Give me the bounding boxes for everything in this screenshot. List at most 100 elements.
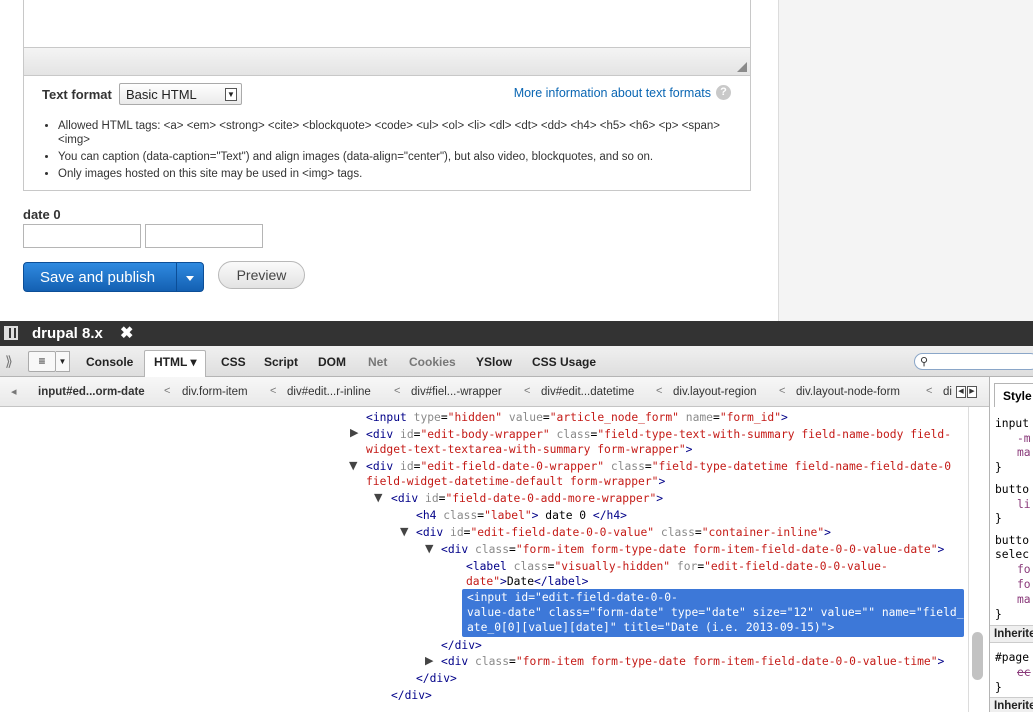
scrollbar-thumb[interactable]: [972, 632, 983, 680]
button-divider: [176, 263, 177, 291]
tab-css-usage[interactable]: CSS Usage: [532, 355, 596, 369]
selected-line-1: <input id="edit-field-date-0-0-: [467, 591, 678, 604]
tree-node-selected-input[interactable]: <input id="edit-field-date-0-0- value-da…: [462, 589, 968, 637]
breadcrumb-item[interactable]: di: [943, 386, 952, 398]
tree-node-form-item-date[interactable]: <div class="form-item form-type-date for…: [441, 542, 944, 557]
text-format-selected: Basic HTML: [126, 87, 197, 102]
tab-console[interactable]: Console: [86, 355, 133, 369]
breadcrumb-item[interactable]: div#edit...datetime: [541, 386, 634, 398]
tab-net[interactable]: Net: [368, 355, 387, 369]
tab-cookies[interactable]: Cookies: [409, 355, 456, 369]
css-rule-line: }: [995, 461, 1002, 474]
tab-css[interactable]: CSS: [221, 355, 246, 369]
inherited-heading: Inherite: [990, 697, 1033, 712]
crumb-separator: <: [270, 385, 277, 397]
tree-node-label[interactable]: <label class="visually-hidden" for="edit…: [466, 559, 888, 574]
collapse-icon[interactable]: ▼: [400, 525, 408, 538]
chevron-down-icon[interactable]: [186, 276, 194, 281]
tree-node-close-div: </div>: [416, 672, 457, 685]
tree-node-form-item-time[interactable]: <div class="form-item form-type-date for…: [441, 654, 944, 669]
breadcrumb-item[interactable]: div.layout-region: [673, 386, 757, 398]
breadcrumb-item[interactable]: input#ed...orm-date: [38, 386, 145, 398]
editor-statusbar: [23, 47, 751, 76]
text-format-label: Text format: [42, 87, 112, 102]
crumb-separator: <: [394, 385, 401, 397]
tab-yslow[interactable]: YSlow: [476, 355, 512, 369]
time-input[interactable]: [145, 224, 263, 248]
help-icon[interactable]: ?: [716, 85, 731, 100]
tab-html[interactable]: HTML ▾: [144, 350, 207, 378]
tree-node-input-hidden[interactable]: <input type="hidden" value="article_node…: [366, 410, 788, 425]
preview-button[interactable]: Preview: [218, 261, 305, 289]
tree-node-body-wrapper-cont: widget-text-textarea-with-summary form-w…: [366, 443, 693, 456]
breadcrumb-item[interactable]: div#fiel...-wrapper: [411, 386, 502, 398]
crumb-separator: <: [656, 385, 663, 397]
tree-node-add-more-wrapper[interactable]: <div id="field-date-0-add-more-wrapper">: [391, 491, 663, 506]
expand-icon[interactable]: ▶: [425, 654, 433, 667]
text-format-info-link[interactable]: More information about text formats: [514, 86, 711, 100]
text-format-tips: Allowed HTML tags: <a> <em> <strong> <ci…: [58, 119, 738, 184]
crumb-right-icon[interactable]: ▶: [967, 386, 977, 398]
firebug-toolbar: ⟫ ≡ ▼ Console HTML ▾ CSS Script DOM Net …: [0, 346, 1033, 378]
css-rule-line: ma: [1017, 446, 1031, 459]
tree-node-close-div: </div>: [391, 689, 432, 702]
date-input[interactable]: [23, 224, 141, 248]
expand-panel-icon[interactable]: ⟫: [5, 353, 13, 374]
text-format-wrapper: Text format Basic HTML ▼ More informatio…: [23, 76, 751, 191]
collapse-icon[interactable]: ▼: [374, 491, 382, 504]
css-rule-line: fo: [1017, 563, 1031, 576]
date-field-label: date 0: [23, 207, 61, 222]
tree-node-container-inline[interactable]: <div id="edit-field-date-0-0-value" clas…: [416, 525, 831, 540]
chevron-down-icon[interactable]: ▼: [56, 351, 70, 372]
html-panel-scrollbar[interactable]: [968, 407, 989, 712]
css-rule-line: }: [995, 681, 1002, 694]
firebug-search-input[interactable]: ⚲: [914, 353, 1033, 370]
selected-line-2: value-date" class="form-date" type="date…: [467, 606, 968, 619]
tab-script[interactable]: Script: [264, 355, 298, 369]
inspect-menu-icon[interactable]: ≡: [28, 351, 56, 372]
save-and-publish-button[interactable]: Save and publish: [23, 262, 204, 292]
tree-node-date-wrapper[interactable]: <div id="edit-field-date-0-wrapper" clas…: [366, 459, 951, 474]
crumb-separator: <: [524, 385, 531, 397]
expand-icon[interactable]: ▶: [350, 426, 358, 439]
css-rule-line: }: [995, 512, 1002, 525]
selected-line-3: ate_0[0][value][date]" title="Date (i.e.…: [467, 621, 835, 634]
html-tree-panel: <input type="hidden" value="article_node…: [0, 407, 968, 712]
collapse-icon[interactable]: ▼: [425, 542, 433, 555]
css-rule-line: }: [995, 608, 1002, 621]
css-rule-line: ma: [1017, 593, 1031, 606]
save-button-label: Save and publish: [40, 269, 156, 286]
css-rule-line: -m: [1017, 432, 1031, 445]
browser-window: Text format Basic HTML ▼ More informatio…: [0, 0, 1033, 712]
tree-node-close-div: </div>: [441, 639, 482, 652]
tab-html-label: HTML: [154, 355, 188, 369]
text-format-select[interactable]: Basic HTML ▼: [119, 83, 242, 105]
css-rule-line: input: [995, 417, 1030, 430]
firebug-logo-icon: [4, 326, 18, 340]
tab-style[interactable]: Style: [994, 383, 1033, 407]
firebug-titlebar: drupal 8.x ✖: [0, 321, 1033, 346]
css-rule-line: fo: [1017, 578, 1031, 591]
firebug-title: drupal 8.x: [32, 325, 103, 342]
css-rule-line: butto: [995, 534, 1030, 547]
css-rule-line: li: [1017, 498, 1031, 511]
inherited-heading: Inherite: [990, 625, 1033, 643]
tip-allowed-tags: Allowed HTML tags: <a> <em> <strong> <ci…: [58, 119, 738, 147]
breadcrumb-item[interactable]: div.layout-node-form: [796, 386, 900, 398]
crumb-separator: <: [164, 385, 171, 397]
close-icon[interactable]: ✖: [120, 323, 133, 343]
body-editor-textarea[interactable]: [23, 0, 751, 48]
css-rule-line: selec: [995, 548, 1030, 561]
css-rule-line: butto: [995, 483, 1030, 496]
crumb-left-icon[interactable]: ◀: [956, 386, 966, 398]
collapse-icon[interactable]: ▼: [349, 459, 357, 472]
tab-dom[interactable]: DOM: [318, 355, 346, 369]
element-breadcrumb: ◂ input#ed...orm-date < div.form-item < …: [0, 377, 989, 407]
breadcrumb-item[interactable]: div.form-item: [182, 386, 248, 398]
chevron-down-icon: ▼: [225, 88, 237, 101]
tree-node-h4[interactable]: <h4 class="label"> date 0 </h4>: [416, 508, 627, 523]
resize-grip-icon[interactable]: [737, 62, 747, 72]
node-edit-page: Text format Basic HTML ▼ More informatio…: [0, 0, 1033, 321]
tree-node-body-wrapper[interactable]: <div id="edit-body-wrapper" class="field…: [366, 427, 951, 442]
breadcrumb-item[interactable]: div#edit...r-inline: [287, 386, 371, 398]
